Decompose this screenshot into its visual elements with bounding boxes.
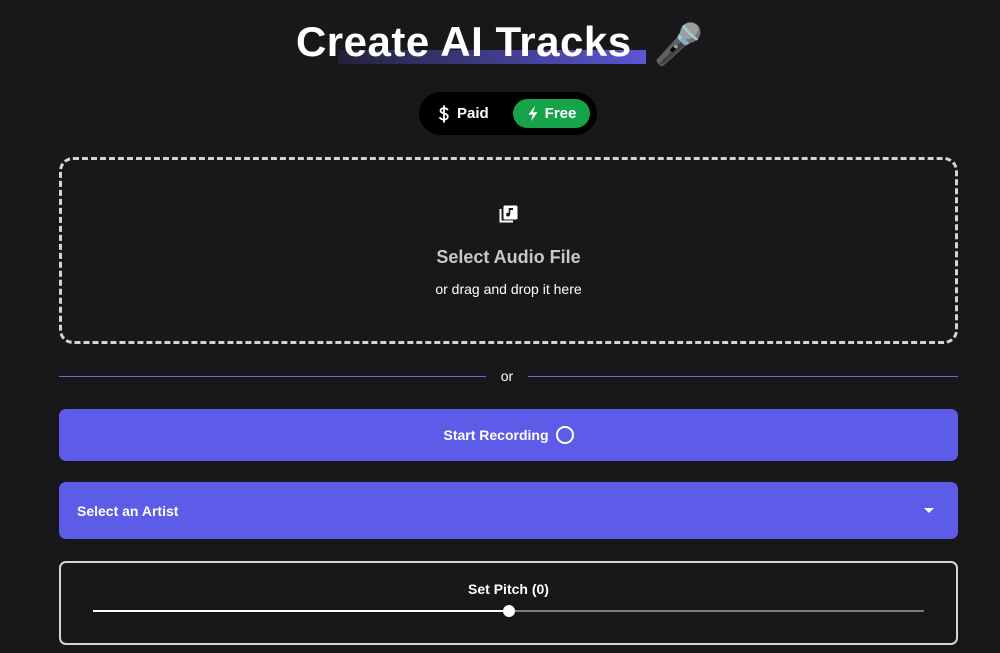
audio-file-dropzone[interactable]: Select Audio File or drag and drop it he…: [59, 157, 958, 344]
divider-line-right: [528, 376, 958, 377]
artist-select[interactable]: Select an Artist: [59, 482, 958, 539]
page-title: Create AI Tracks 🎤: [296, 18, 704, 68]
divider-label: or: [500, 368, 514, 384]
record-circle-icon: [555, 426, 574, 444]
artist-select-placeholder: Select an Artist: [77, 502, 179, 519]
pitch-panel: Set Pitch (0): [59, 561, 958, 645]
divider-line-left: [59, 376, 486, 377]
paid-label: Paid: [457, 105, 489, 122]
pitch-slider[interactable]: [93, 605, 924, 617]
paid-option[interactable]: Paid: [433, 99, 517, 128]
dropzone-subtitle: or drag and drop it here: [435, 281, 582, 297]
upload-icon-wrap: [62, 204, 955, 224]
dropzone-title: Select Audio File: [436, 247, 581, 267]
caret-down-icon: [924, 508, 934, 513]
start-recording-button[interactable]: Start Recording: [59, 409, 958, 461]
microphone-icon: 🎤: [653, 23, 705, 68]
pitch-slider-thumb[interactable]: [502, 605, 515, 617]
plan-toggle: Paid Free: [419, 92, 597, 135]
free-option[interactable]: Free: [513, 99, 590, 128]
pitch-label: Set Pitch (0): [468, 581, 549, 597]
pitch-slider-fill: [93, 610, 509, 612]
music-library-icon: [499, 205, 517, 223]
title-text: Create AI Tracks: [295, 18, 632, 65]
lightning-icon: [528, 105, 538, 122]
dollar-icon: [439, 104, 449, 123]
start-recording-label: Start Recording: [443, 427, 549, 443]
free-label: Free: [544, 105, 577, 122]
header: Create AI Tracks 🎤: [0, 18, 1000, 68]
or-divider: or: [59, 367, 958, 387]
